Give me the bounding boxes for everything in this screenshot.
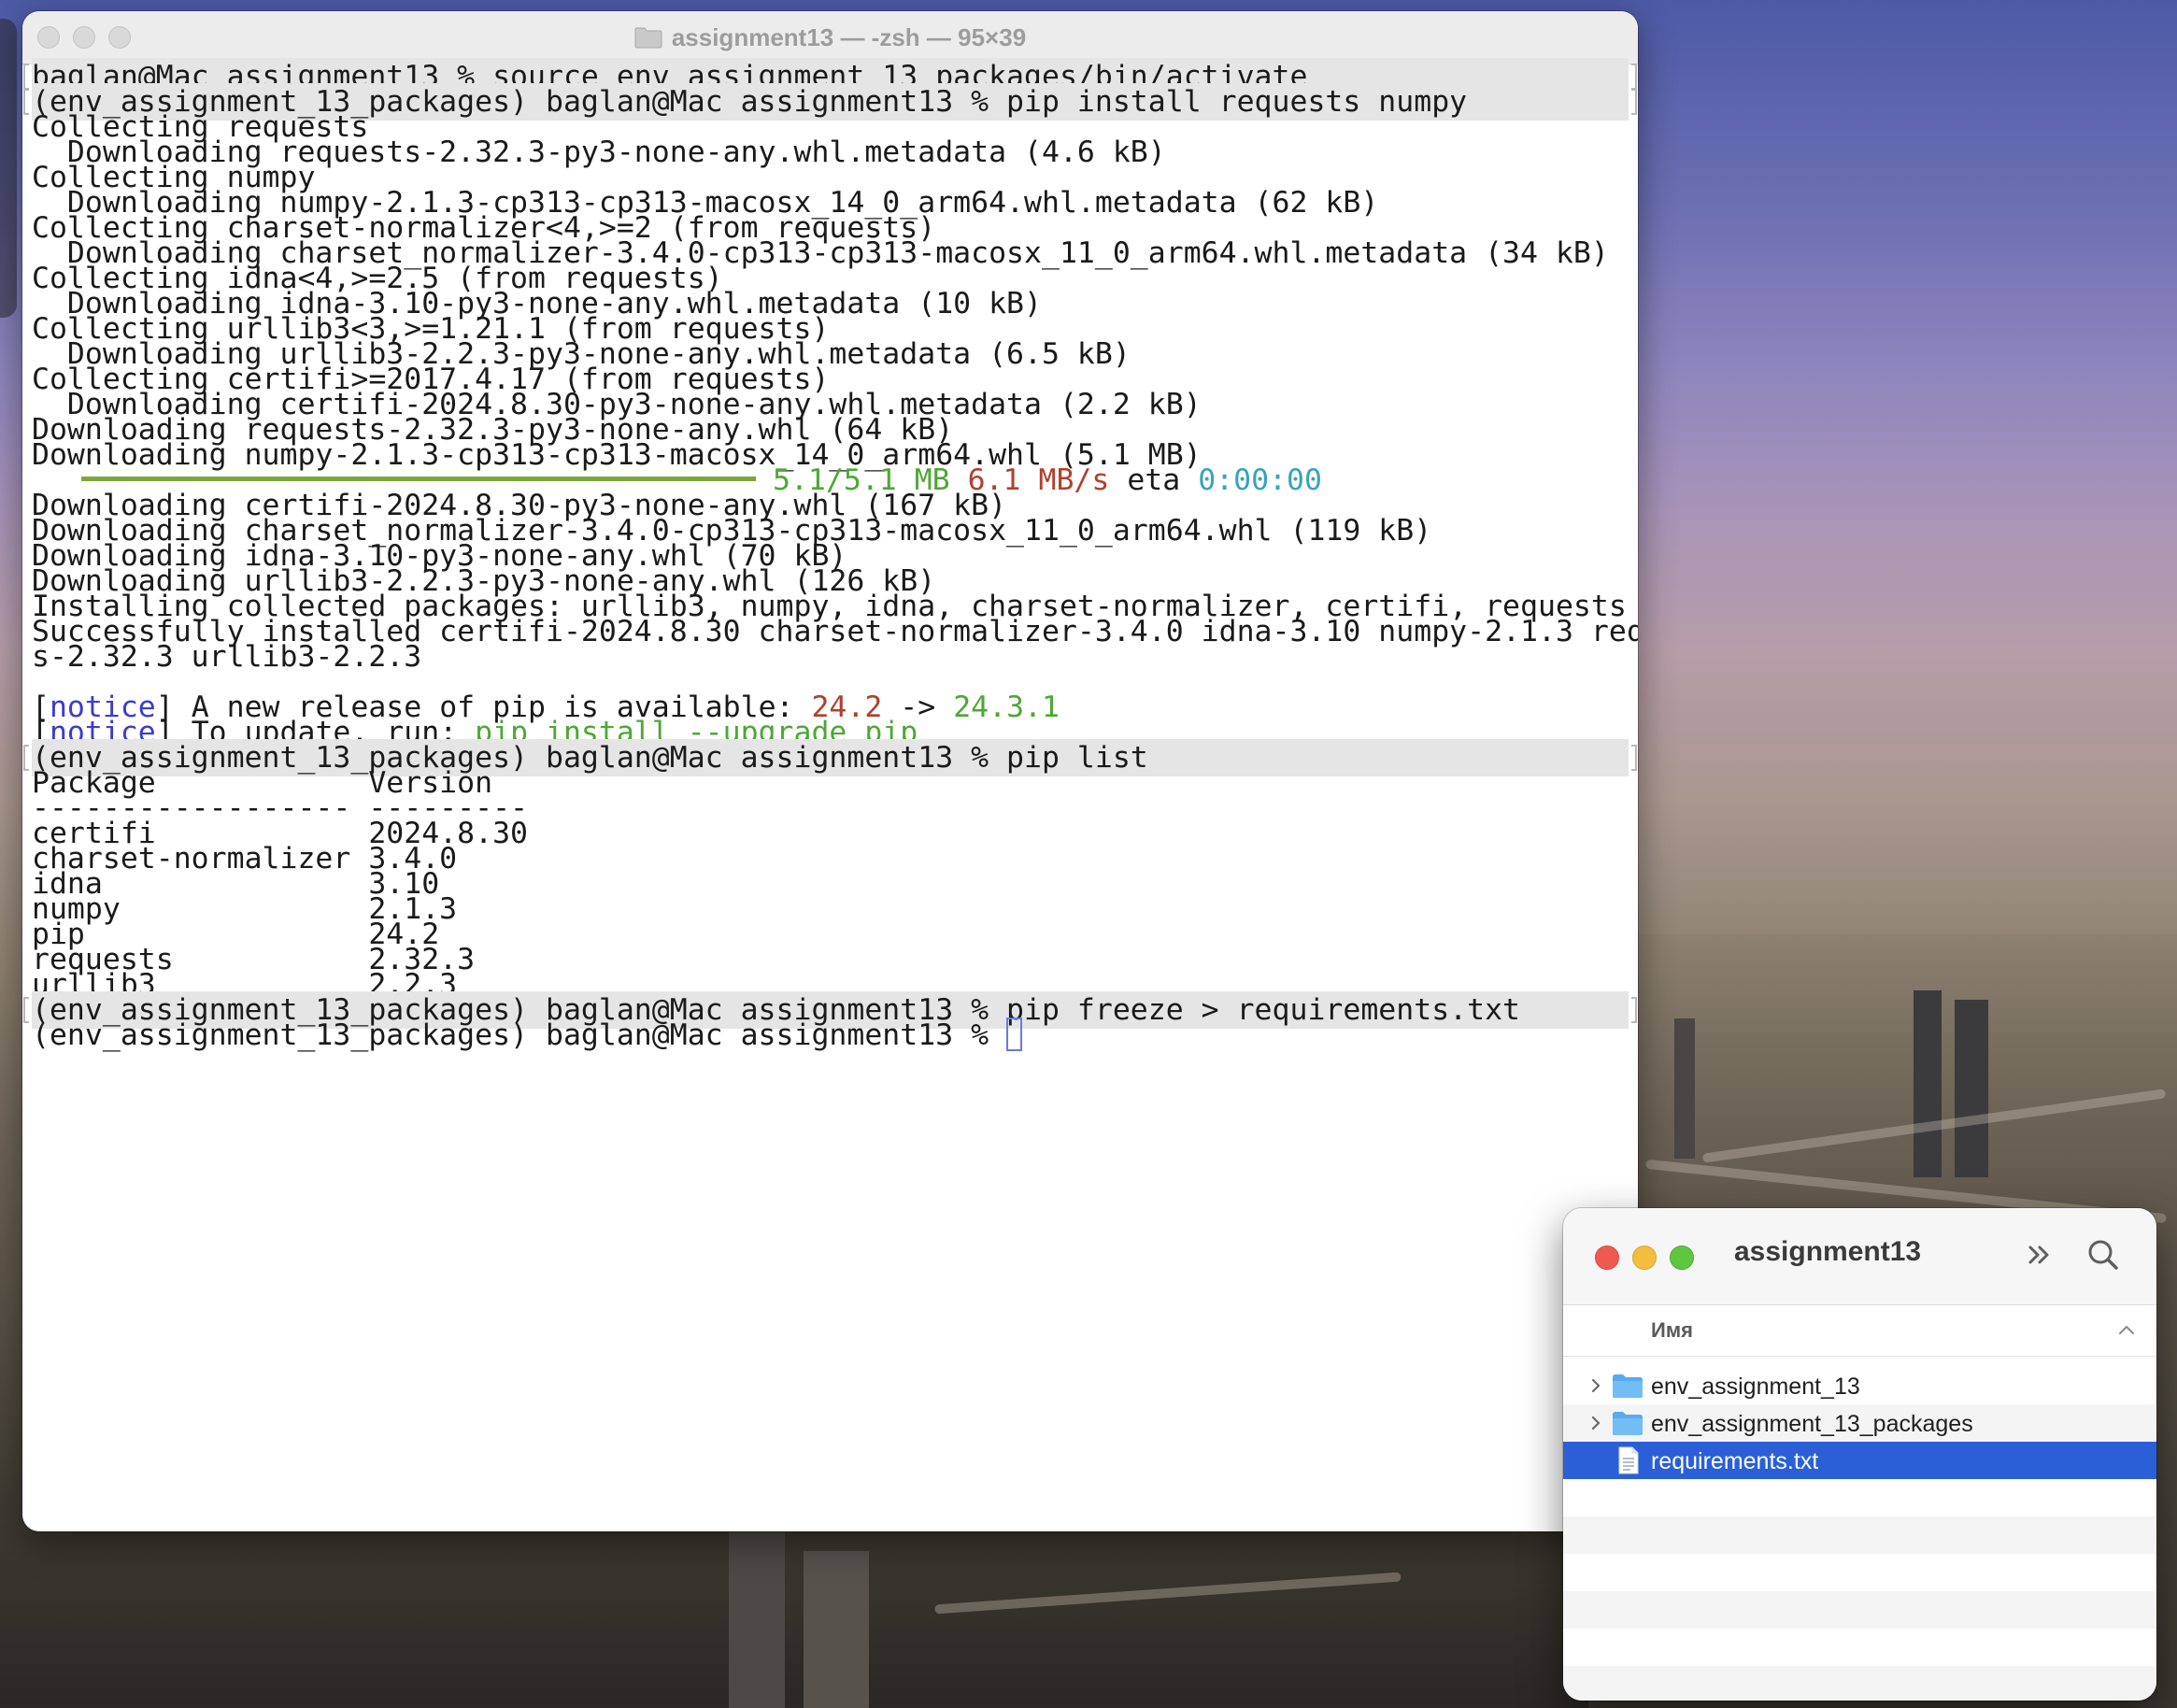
terminal-output[interactable]: baglan@Mac assignment13 % source env_ass… <box>22 58 1638 1531</box>
folder-icon <box>1612 1374 1643 1399</box>
item-name: env_assignment_13 <box>1651 1374 1860 1400</box>
finder-window[interactable]: assignment13 Имя env_assignment_13 env_a… <box>1563 1208 2156 1701</box>
minimize-button[interactable] <box>1632 1245 1657 1270</box>
folder-icon <box>1612 1411 1643 1436</box>
file-list-item-selected[interactable]: requirements.txt <box>1563 1442 2156 1479</box>
item-name: requirements.txt <box>1651 1448 1819 1474</box>
road <box>934 1572 1402 1615</box>
side-panel-edge <box>0 19 17 318</box>
terminal-prompt-line[interactable]: (env_assignment_13_packages) baglan@Mac … <box>32 1017 1629 1054</box>
toolbar-overflow-icon[interactable] <box>2023 1236 2056 1274</box>
terminal-title: assignment13 — -zsh — 95×39 <box>671 22 1027 51</box>
terminal-line: s-2.32.3 urllib3-2.2.3 <box>32 640 422 674</box>
empty-row <box>1563 1591 2156 1629</box>
disclosure-chevron-icon[interactable] <box>1589 1378 1602 1393</box>
finder-title: assignment13 <box>1734 1236 1922 1267</box>
building <box>804 1551 869 1708</box>
empty-row <box>1563 1516 2156 1554</box>
item-name: env_assignment_13_packages <box>1651 1411 1973 1437</box>
skyscraper <box>1674 1018 1695 1159</box>
column-header[interactable]: Имя <box>1563 1305 2156 1357</box>
file-list-item[interactable]: env_assignment_13_packages <box>1563 1404 2156 1442</box>
sort-ascending-icon[interactable] <box>2117 1322 2136 1337</box>
finder-toolbar[interactable]: assignment13 <box>1563 1208 2156 1305</box>
folder-icon <box>634 26 662 49</box>
disclosure-chevron-icon[interactable] <box>1589 1416 1602 1430</box>
zoom-button[interactable] <box>1670 1245 1694 1270</box>
skyscraper <box>1955 1000 1988 1177</box>
empty-row <box>1563 1666 2156 1701</box>
terminal-titlebar[interactable]: assignment13 — -zsh — 95×39 <box>22 11 1638 64</box>
terminal-window[interactable]: assignment13 — -zsh — 95×39 baglan@Mac a… <box>22 11 1638 1531</box>
search-icon[interactable] <box>2085 1236 2122 1274</box>
building <box>729 1532 785 1708</box>
text-cursor[interactable] <box>1006 1018 1023 1051</box>
text-document-icon <box>1617 1446 1640 1474</box>
skyscraper <box>1914 990 1942 1177</box>
column-header-name[interactable]: Имя <box>1651 1318 1693 1343</box>
progress-bar <box>81 476 756 481</box>
close-button[interactable] <box>1595 1245 1619 1270</box>
file-list-item[interactable]: env_assignment_13 <box>1563 1367 2156 1404</box>
